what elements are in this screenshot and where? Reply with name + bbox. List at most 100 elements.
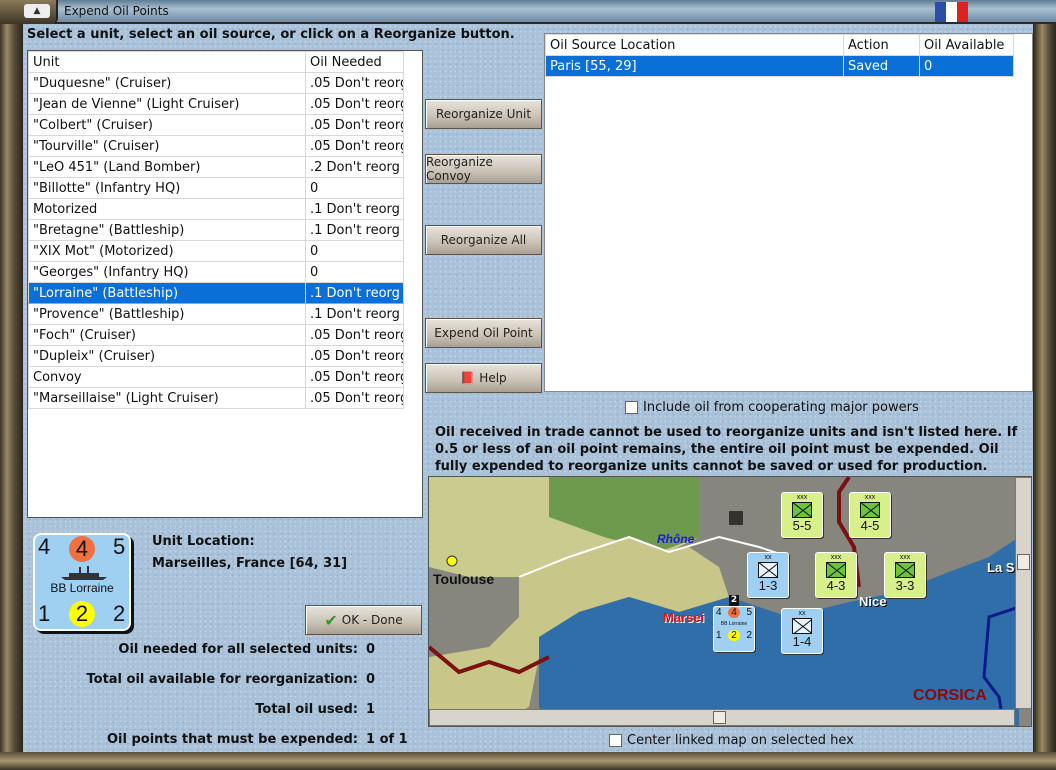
column-header-unit[interactable]: Unit bbox=[28, 51, 306, 73]
unit-row[interactable]: Convoy .05 Don't reorg bbox=[28, 366, 404, 388]
unit-row[interactable]: "Duquesne" (Cruiser) .05 Don't reorg bbox=[28, 72, 404, 94]
map-counter-lorraine[interactable]: 445 BB Lorraine 122 bbox=[713, 606, 755, 652]
source-location: Paris [55, 29] bbox=[545, 55, 844, 77]
stat-oil-available-value: 0 bbox=[366, 672, 376, 687]
center-linked-label: Center linked map on selected hex bbox=[627, 733, 854, 748]
window-title: Expend Oil Points bbox=[64, 4, 169, 18]
unit-row[interactable]: Motorized .1 Don't reorg bbox=[28, 198, 404, 220]
ok-done-button[interactable]: ✔ OK - Done bbox=[305, 605, 422, 635]
map-unit-counter[interactable]: xx 1-3 bbox=[747, 552, 789, 598]
mini-oil: 4 bbox=[728, 607, 740, 618]
map-unit-counter[interactable]: xxx 3-3 bbox=[884, 552, 926, 598]
counter-oil: 4 bbox=[69, 536, 95, 562]
unit-row[interactable]: "Dupleix" (Cruiser) .05 Don't reorg bbox=[28, 345, 404, 367]
counter-range: 2 bbox=[113, 601, 126, 626]
unit-row[interactable]: "Billotte" (Infantry HQ) 0 bbox=[28, 177, 404, 199]
unit-row[interactable]: "Colbert" (Cruiser) .05 Don't reorg bbox=[28, 114, 404, 136]
unit-row[interactable]: "LeO 451" (Land Bomber) .2 Don't reorg bbox=[28, 156, 404, 178]
unit-row[interactable]: "Lorraine" (Battleship) .1 Don't reorg bbox=[28, 282, 404, 304]
expend-oil-point-button[interactable]: Expend Oil Point bbox=[425, 318, 542, 348]
window-menu-button[interactable]: ▲ bbox=[0, 0, 58, 24]
stat-oil-expended-value: 1 of 1 bbox=[366, 732, 408, 747]
column-header-oil-needed[interactable]: Oil Needed bbox=[305, 51, 404, 73]
counter-org: 2 bbox=[69, 601, 95, 627]
unit-oil-needed: .05 Don't reorg bbox=[305, 72, 404, 94]
stack-count: 2 bbox=[729, 595, 739, 606]
unit-row[interactable]: "Bretagne" (Battleship) .1 Don't reorg bbox=[28, 219, 404, 241]
unit-name: "Billotte" (Infantry HQ) bbox=[28, 177, 306, 199]
stat-label: Total oil available for reorganization: bbox=[86, 672, 359, 687]
linked-map[interactable]: Toulouse Rhône Marsei Nice CORSICA La S … bbox=[428, 476, 1032, 727]
counter-attack: 4 bbox=[38, 534, 51, 559]
unit-size: xx bbox=[764, 554, 772, 561]
unit-oil-needed: .1 Don't reorg bbox=[305, 219, 404, 241]
map-unit-counter[interactable]: xxx 5-5 bbox=[781, 492, 823, 538]
unit-row[interactable]: "Jean de Vienne" (Light Cruiser) .05 Don'… bbox=[28, 93, 404, 115]
map-unit-counter[interactable]: xx 1-4 bbox=[781, 608, 823, 654]
include-cooperating-checkbox[interactable] bbox=[625, 401, 638, 414]
map-vertical-scrollbar[interactable] bbox=[1015, 477, 1031, 709]
unit-oil-needed: 0 bbox=[305, 261, 404, 283]
source-oil-available: 0 bbox=[919, 55, 1014, 77]
unit-name: "XIX Mot" (Motorized) bbox=[28, 240, 306, 262]
unit-strength: 4-3 bbox=[826, 578, 846, 593]
map-label-la-spezia: La S bbox=[987, 560, 1015, 575]
infantry-icon bbox=[758, 562, 778, 578]
ok-done-label: OK - Done bbox=[341, 613, 403, 627]
unit-size: xxx bbox=[796, 494, 808, 501]
oil-source-row[interactable]: Paris [55, 29] Saved 0 bbox=[545, 55, 1014, 77]
counter-defense: 1 bbox=[38, 601, 51, 626]
unit-name: "Lorraine" (Battleship) bbox=[28, 282, 306, 304]
unit-oil-needed: 0 bbox=[305, 240, 404, 262]
unit-location-label: Unit Location: bbox=[152, 534, 255, 549]
unit-oil-needed: .1 Don't reorg bbox=[305, 198, 404, 220]
map-unit-counter[interactable]: xxx 4-3 bbox=[815, 552, 857, 598]
reorganize-convoy-button[interactable]: Reorganize Convoy bbox=[425, 154, 542, 184]
help-button[interactable]: 📕 Help bbox=[425, 363, 542, 393]
fortress-icon bbox=[729, 511, 743, 525]
unit-row[interactable]: "Foch" (Cruiser) .05 Don't reorg bbox=[28, 324, 404, 346]
unit-size: xx bbox=[798, 610, 806, 617]
oil-source-list[interactable]: Oil Source Location Action Oil Available P… bbox=[544, 33, 1033, 392]
unit-row[interactable]: "XIX Mot" (Motorized) 0 bbox=[28, 240, 404, 262]
unit-strength: 1-4 bbox=[792, 634, 812, 649]
unit-strength: 5-5 bbox=[792, 518, 812, 533]
unit-name: "LeO 451" (Land Bomber) bbox=[28, 156, 306, 178]
mini-range: 2 bbox=[746, 630, 752, 641]
unit-row[interactable]: "Marseillaise" (Light Cruiser) .05 Don't … bbox=[28, 387, 404, 409]
reorganize-unit-button[interactable]: Reorganize Unit bbox=[425, 99, 542, 129]
reorganize-all-button[interactable]: Reorganize All bbox=[425, 225, 542, 255]
unit-row[interactable]: "Tourville" (Cruiser) .05 Don't reorg bbox=[28, 135, 404, 157]
stat-oil-used: Total oil used: bbox=[8, 702, 358, 717]
unit-name: "Dupleix" (Cruiser) bbox=[28, 345, 306, 367]
unit-name: Motorized bbox=[28, 198, 306, 220]
right-frame bbox=[1033, 24, 1056, 754]
horizontal-scroll-thumb[interactable] bbox=[713, 711, 726, 724]
unit-name: "Bretagne" (Battleship) bbox=[28, 219, 306, 241]
units-list[interactable]: Unit Oil Needed "Duquesne" (Cruiser) .05 D… bbox=[27, 50, 423, 518]
unit-row[interactable]: "Georges" (Infantry HQ) 0 bbox=[28, 261, 404, 283]
vertical-scroll-thumb[interactable] bbox=[1017, 554, 1030, 570]
column-header-oil-available[interactable]: Oil Available bbox=[919, 34, 1014, 56]
infantry-icon bbox=[792, 618, 812, 634]
column-header-oil-source-location[interactable]: Oil Source Location bbox=[545, 34, 844, 56]
map-unit-counter[interactable]: xxx 4-5 bbox=[849, 492, 891, 538]
unit-name: "Foch" (Cruiser) bbox=[28, 324, 306, 346]
center-linked-checkbox[interactable] bbox=[609, 734, 622, 747]
oil-notice-text: Oil received in trade cannot be used to … bbox=[435, 425, 1018, 474]
checkmark-icon: ✔ bbox=[324, 610, 338, 630]
column-header-action[interactable]: Action bbox=[843, 34, 920, 56]
unit-location-value: Marseilles, France [64, 31] bbox=[152, 556, 348, 571]
stat-label: Total oil used: bbox=[255, 702, 358, 717]
battleship-icon bbox=[61, 566, 107, 580]
map-label-corsica: CORSICA bbox=[913, 687, 987, 704]
counter-name: BB Lorraine bbox=[50, 581, 114, 595]
unit-strength: 3-3 bbox=[895, 578, 915, 593]
unit-row[interactable]: "Provence" (Battleship) .1 Don't reorg bbox=[28, 303, 404, 325]
unit-size: xxx bbox=[830, 554, 842, 561]
infantry-icon bbox=[792, 502, 812, 518]
map-label-nice: Nice bbox=[859, 594, 887, 609]
map-horizontal-scrollbar[interactable] bbox=[429, 709, 1015, 726]
unit-name: "Tourville" (Cruiser) bbox=[28, 135, 306, 157]
unit-name: "Duquesne" (Cruiser) bbox=[28, 72, 306, 94]
